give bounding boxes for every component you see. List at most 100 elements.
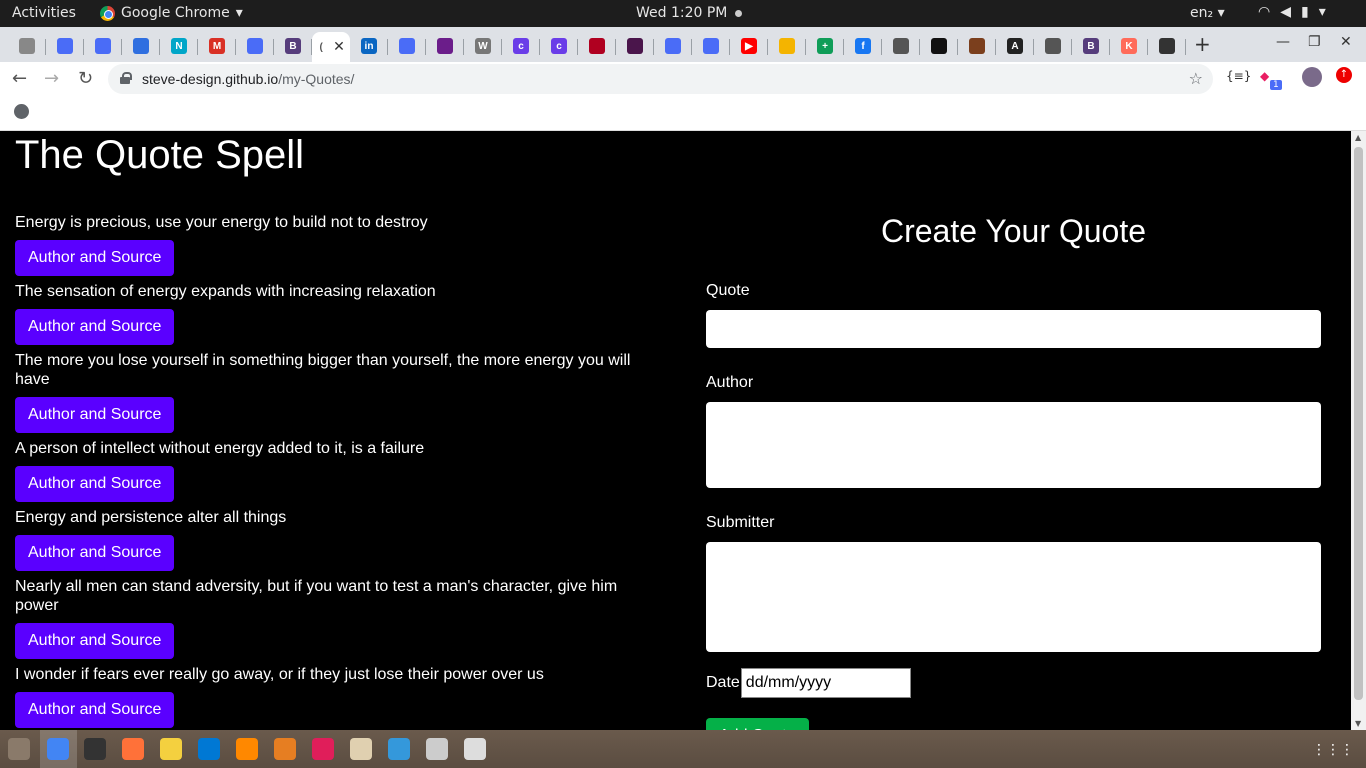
browser-tab[interactable]: (✕ xyxy=(312,32,350,62)
browser-tab[interactable]: c xyxy=(502,32,540,60)
browser-tab[interactable] xyxy=(388,32,426,60)
browser-tab[interactable] xyxy=(122,32,160,60)
browser-tab[interactable] xyxy=(426,32,464,60)
browser-tab[interactable]: + xyxy=(806,32,844,60)
browser-tab[interactable] xyxy=(1034,32,1072,60)
document-icon[interactable] xyxy=(350,738,372,760)
colorlib-icon xyxy=(437,38,453,54)
chrome-icon[interactable] xyxy=(47,738,69,760)
language-selector[interactable]: en₂ ▾ xyxy=(1190,5,1225,21)
tab-separator xyxy=(1185,39,1186,55)
language-label: en₂ xyxy=(1190,5,1214,21)
browser-tab[interactable] xyxy=(236,32,274,60)
page-scrollbar[interactable]: ▲ ▼ xyxy=(1351,131,1366,730)
show-apps-icon[interactable]: ⋮⋮⋮ xyxy=(1312,742,1354,758)
browser-tab[interactable] xyxy=(958,32,996,60)
chevron-down-icon: ▾ xyxy=(1318,4,1326,20)
restore-button[interactable]: ❐ xyxy=(1308,34,1321,50)
notes-icon[interactable] xyxy=(160,738,182,760)
close-window-button[interactable]: ✕ xyxy=(1340,34,1352,50)
browser-tab[interactable] xyxy=(768,32,806,60)
slides-icon xyxy=(779,38,795,54)
avatar[interactable] xyxy=(1302,67,1322,87)
new-tab-button[interactable]: + xyxy=(1194,32,1211,56)
clock-text: Wed 1:20 PM xyxy=(636,5,728,21)
update-icon[interactable]: ↑ xyxy=(1336,67,1352,83)
browser-tab[interactable]: B xyxy=(1072,32,1110,60)
author-and-source-button[interactable]: Author and Source xyxy=(15,397,175,433)
globe-icon[interactable] xyxy=(14,104,29,119)
files-icon[interactable] xyxy=(8,738,30,760)
settings-icon[interactable] xyxy=(388,738,410,760)
browser-tab[interactable]: A xyxy=(996,32,1034,60)
active-tab-icon: ( xyxy=(319,41,323,53)
date-input[interactable]: dd/mm/yyyy xyxy=(740,668,911,698)
author-and-source-button[interactable]: Author and Source xyxy=(15,692,175,728)
add-quote-button[interactable]: Add Quote xyxy=(706,718,809,730)
activities-button[interactable]: Activities xyxy=(12,5,76,21)
browser-tab[interactable]: W xyxy=(464,32,502,60)
browser-tab[interactable]: c xyxy=(540,32,578,60)
firefox-icon[interactable] xyxy=(122,738,144,760)
close-tab-icon[interactable]: ✕ xyxy=(333,39,345,55)
minimize-button[interactable]: — xyxy=(1276,34,1290,50)
scroll-up-icon[interactable]: ▲ xyxy=(1355,133,1361,142)
app-icon[interactable] xyxy=(274,738,296,760)
quote-input[interactable] xyxy=(706,310,1321,348)
address-bar[interactable]: steve-design.github.io/my-Quotes/ ☆ xyxy=(108,64,1213,94)
scrollbar-thumb[interactable] xyxy=(1354,147,1363,700)
author-and-source-button[interactable]: Author and Source xyxy=(15,535,175,571)
back-arrow-icon[interactable]: ← xyxy=(12,68,27,89)
browser-tab[interactable]: in xyxy=(350,32,388,60)
author-and-source-button[interactable]: Author and Source xyxy=(15,466,175,502)
browser-tab[interactable] xyxy=(46,32,84,60)
browser-tab[interactable] xyxy=(920,32,958,60)
browser-tab[interactable]: M xyxy=(198,32,236,60)
author-and-source-button[interactable]: Author and Source xyxy=(15,240,175,276)
extension-icon[interactable]: ◆ xyxy=(1260,69,1269,83)
chevron-down-icon: ▾ xyxy=(1217,5,1225,21)
browser-tab[interactable] xyxy=(1148,32,1186,60)
author-and-source-button[interactable]: Author and Source xyxy=(15,309,175,345)
app-menu[interactable]: Google Chrome ▾ xyxy=(100,5,243,21)
url-path: /my-Quotes/ xyxy=(278,71,355,87)
form-heading: Create Your Quote xyxy=(880,213,1147,249)
quote-item: Nearly all men can stand adversity, but … xyxy=(15,577,645,665)
instagram-icon xyxy=(399,38,415,54)
terminal-icon[interactable] xyxy=(84,738,106,760)
browser-tab[interactable] xyxy=(654,32,692,60)
browser-tab[interactable] xyxy=(692,32,730,60)
bookmarks-bar xyxy=(0,96,1366,131)
update-icon[interactable] xyxy=(426,738,448,760)
browser-tab[interactable] xyxy=(882,32,920,60)
vlc-icon[interactable] xyxy=(236,738,258,760)
forward-arrow-icon[interactable]: → xyxy=(44,68,59,89)
bookmark-star-icon[interactable]: ☆ xyxy=(1189,69,1203,88)
browser-tab[interactable] xyxy=(8,32,46,60)
editor-icon[interactable] xyxy=(464,738,486,760)
json-extension-icon[interactable]: {≡} xyxy=(1226,69,1251,83)
reload-icon[interactable]: ↻ xyxy=(78,68,93,89)
browser-tab[interactable]: f xyxy=(844,32,882,60)
bootstrap-icon: B xyxy=(1083,38,1099,54)
system-tray[interactable]: ◠ ◀ ▮ ▾ xyxy=(1258,4,1326,20)
browser-tab[interactable]: B xyxy=(274,32,312,60)
lock-icon[interactable] xyxy=(120,72,132,84)
quote-label: Quote xyxy=(706,282,750,299)
chrome-icon xyxy=(100,5,115,21)
browser-tab[interactable] xyxy=(616,32,654,60)
browser-tab[interactable]: ▶ xyxy=(730,32,768,60)
browser-tab[interactable]: K xyxy=(1110,32,1148,60)
clock[interactable]: Wed 1:20 PM xyxy=(636,5,743,21)
url-text[interactable]: steve-design.github.io/my-Quotes/ xyxy=(142,71,354,87)
browser-tab[interactable] xyxy=(84,32,122,60)
slack-icon[interactable] xyxy=(312,738,334,760)
browser-tab[interactable]: N xyxy=(160,32,198,60)
scroll-down-icon[interactable]: ▼ xyxy=(1355,719,1361,728)
submitter-textarea[interactable] xyxy=(706,542,1321,652)
browser-tab[interactable] xyxy=(578,32,616,60)
vscode-icon[interactable] xyxy=(198,738,220,760)
author-textarea[interactable] xyxy=(706,402,1321,488)
wordpress-icon: W xyxy=(475,38,491,54)
author-and-source-button[interactable]: Author and Source xyxy=(15,623,175,659)
